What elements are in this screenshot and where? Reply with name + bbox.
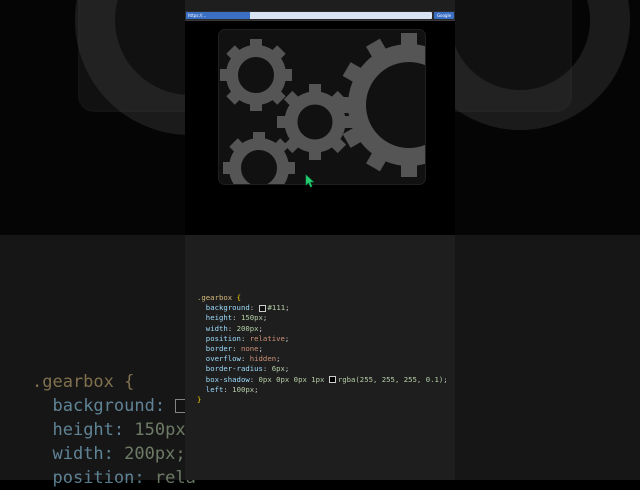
code-value: 0px 0px 0px 1px (258, 374, 325, 384)
bg-code-prop-3: width: (52, 444, 114, 464)
url-text[interactable]: https://... (186, 12, 250, 19)
code-value-rgba: rgba(255, 255, 255, 0.1) (337, 374, 444, 384)
code-editor: .gearbox { background: #111; height: 150… (185, 235, 455, 480)
gear-icon-small-top (220, 39, 292, 111)
video-panel: https://... Google .gearbox {background… (185, 0, 455, 480)
code-prop: border (205, 344, 233, 354)
color-swatch-icon (258, 304, 266, 312)
gear-icon-large (337, 33, 425, 177)
address-bar[interactable]: https://... (186, 12, 432, 19)
gear-icon-middle (277, 84, 353, 160)
code-value: #111 (267, 303, 286, 313)
bg-code-prop-1: background: (52, 396, 166, 416)
code-prop: left (205, 384, 224, 394)
bg-code-selector: .gearbox { (32, 372, 135, 392)
code-prop: background (205, 303, 250, 313)
search-button[interactable]: Google (434, 12, 454, 19)
color-swatch-icon (328, 376, 336, 384)
code-value: 100px (232, 384, 255, 394)
css-code-block: .gearbox { background: #111; height: 150… (197, 293, 448, 405)
gearbox (219, 30, 425, 184)
code-selector: .gearbox (197, 293, 233, 302)
gear-icon-small-bottom (223, 132, 295, 184)
code-prop: position (205, 333, 241, 343)
code-value: hidden (249, 354, 277, 364)
code-prop: overflow (205, 354, 241, 364)
code-value: 200px (236, 323, 259, 333)
bg-code-val-3: 200px; (124, 444, 186, 464)
preview-area (185, 21, 455, 235)
code-value: 150px (240, 313, 263, 323)
code-value: 6px (271, 364, 285, 374)
code-prop: width (205, 323, 228, 333)
bg-code-prop-2: height: (52, 420, 125, 440)
code-prop: border-radius (205, 364, 263, 374)
browser-toolbar: https://... Google (185, 11, 455, 21)
code-prop: height (205, 313, 233, 323)
background-code-zoom: .gearbox { background: height: 150px; wi… (32, 370, 196, 490)
code-value: relative (249, 333, 285, 343)
gears-illustration (220, 33, 425, 184)
cursor-arrow-icon (305, 174, 315, 188)
bg-code-prop-4: position: (52, 468, 145, 488)
code-value: none (240, 344, 259, 354)
code-prop: box-shadow (205, 374, 250, 384)
code-close-brace: } (197, 395, 202, 405)
code-open-brace: { (236, 293, 241, 302)
